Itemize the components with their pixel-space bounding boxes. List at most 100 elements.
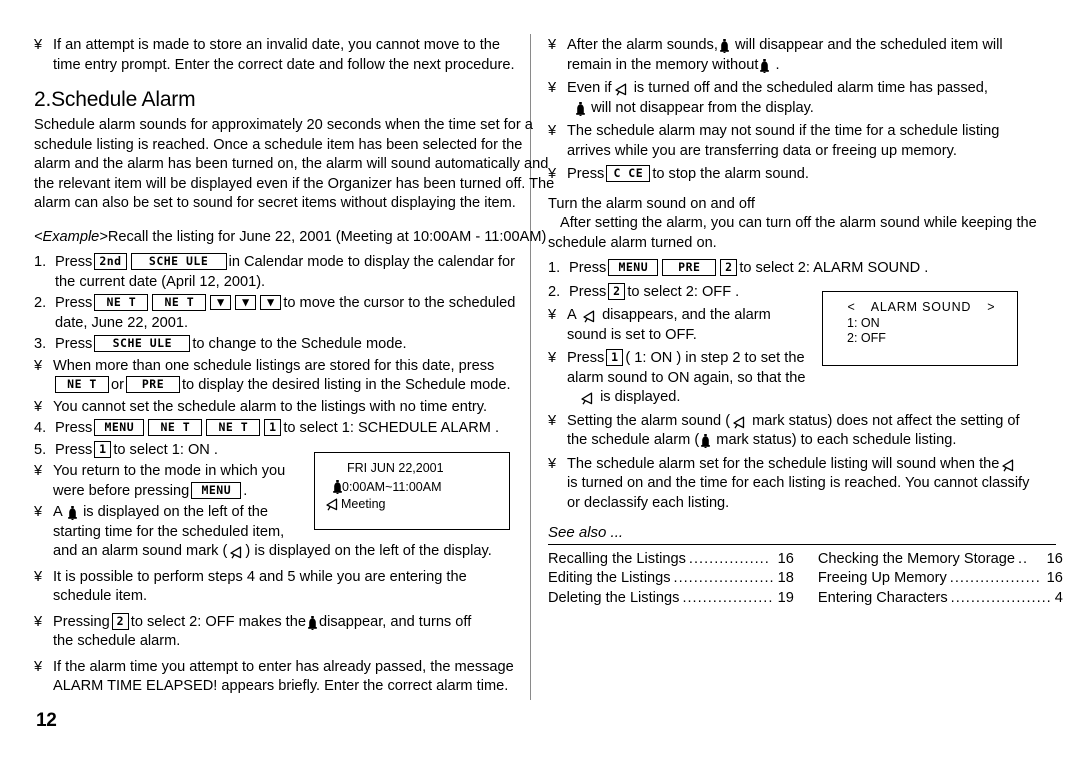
bell-icon <box>576 101 585 116</box>
bell-icon <box>760 58 770 73</box>
see-also-label: Entering Characters <box>817 589 948 606</box>
key-schedule-2[interactable]: SCHE ULE <box>94 335 191 352</box>
note-multiple-line2: NE Tor PRE to display the desired listing … <box>34 376 562 396</box>
right-step-2-pre: Press <box>569 283 607 300</box>
see-also-label: Deleting the Listings <box>548 589 680 606</box>
page-number: 12 <box>36 710 57 731</box>
key-down-arrow-2[interactable]: ▼ <box>235 295 257 310</box>
key-schedule[interactable]: SCHE ULE <box>130 253 227 270</box>
key-prev-2[interactable]: PRE <box>662 259 717 276</box>
lcd-alarm-option-on: 1: ON <box>847 315 880 330</box>
right-step-1-number: 1. <box>548 260 561 276</box>
see-also-entry[interactable]: Recalling the Listings ................ … <box>548 550 794 569</box>
note-alarm-elapsed-line1: If the alarm time you attempt to enter h… <box>53 658 514 675</box>
see-also-dots: .. <box>1017 551 1029 567</box>
note-steps-45-line1: It is possible to perform steps 4 and 5 … <box>53 568 467 585</box>
key-menu-2[interactable]: MENU <box>191 481 242 499</box>
key-next-3[interactable]: NE T <box>55 376 109 393</box>
see-also-dots: .................... <box>950 589 1052 606</box>
key-one-3[interactable]: 1 <box>606 349 624 366</box>
note-press-off-pre: Pressing <box>53 613 110 630</box>
step-4-number: 4. <box>34 420 47 436</box>
see-also-divider <box>548 544 1056 545</box>
key-two-2[interactable]: 2 <box>720 259 738 276</box>
note-return-line2-post: . <box>243 482 248 499</box>
note-multiple-listings: ¥ When more than one schedule listings a… <box>34 357 562 377</box>
note-press-off-line1: Pressing 2 to select 2: OFF makes the disa… <box>53 612 562 633</box>
see-also-label: Checking the Memory Storage <box>817 551 1015 567</box>
step-5-pre: Press <box>55 441 93 458</box>
note-bell-line1-pre: A <box>53 504 62 520</box>
key-next-4[interactable]: NE T <box>148 419 203 436</box>
step-4-pre: Press <box>55 420 93 436</box>
key-menu-1[interactable]: MENU <box>94 419 145 436</box>
note-even-if-line1-pre: Even if <box>567 80 612 96</box>
note-setting-line2-pre: the schedule alarm ( <box>567 432 700 448</box>
note-press-off-post: disappear, and turns off <box>318 613 472 630</box>
see-also-entry[interactable]: Entering Characters ....................… <box>818 589 1063 608</box>
see-also-entry[interactable]: Checking the Memory Storage .. 16 <box>818 550 1063 569</box>
bullet-marker: ¥ <box>34 504 43 520</box>
key-2nd[interactable]: 2nd <box>94 253 127 270</box>
bullet-marker: ¥ <box>34 357 43 374</box>
lcd-alarm-option-off: 2: OFF <box>847 331 886 345</box>
note-sound-disappears-line1: A disappears, and the alarm <box>567 306 848 326</box>
note-stop-post: to stop the alarm sound. <box>652 166 809 182</box>
right-step-2-post: to select 2: OFF . <box>627 283 740 300</box>
bullet-marker: ¥ <box>548 80 557 96</box>
see-also-page: 4 <box>1054 589 1063 606</box>
bullet-marker: ¥ <box>34 568 43 585</box>
key-next-5[interactable]: NE T <box>206 419 261 436</box>
step-2-post: to move the cursor to the scheduled <box>283 295 516 311</box>
key-two-1[interactable]: 2 <box>111 612 129 630</box>
alarm-sound-icon <box>732 416 746 429</box>
step-5-post: to select 1: ON . <box>113 441 218 458</box>
note-bell-line3: and an alarm sound mark ( ) is displayed… <box>34 542 562 562</box>
note-even-if: ¥ Even if is turned off and the schedule… <box>548 79 1058 99</box>
bullet-marker: ¥ <box>548 123 557 139</box>
see-also-entry[interactable]: Deleting the Listings ..................… <box>548 589 794 608</box>
key-down-arrow-1[interactable]: ▼ <box>210 295 232 310</box>
see-also-page: 19 <box>777 589 794 606</box>
key-one-1[interactable]: 1 <box>264 419 282 436</box>
key-next-2[interactable]: NE T <box>152 294 207 311</box>
key-c-ce[interactable]: C CE <box>606 165 651 182</box>
key-one-2[interactable]: 1 <box>94 440 112 458</box>
see-also-title: See also ... <box>548 524 624 541</box>
see-also-entry[interactable]: Freeing Up Memory .................. 16 <box>818 569 1063 588</box>
step-2-text: Press NE T NE T ▼ ▼ ▼ to move the cursor to th… <box>55 294 562 314</box>
step-1: 1. Press 2nd SCHE ULE in Calendar mode to d… <box>34 253 562 273</box>
note-after-alarm-line2-post: . <box>775 56 780 73</box>
note-disappears-post: disappears, and the alarm <box>602 307 771 323</box>
note-multiple-tail: to display the desired listing in the Sc… <box>181 377 511 393</box>
note-may-not-sound: ¥ The schedule alarm may not sound if th… <box>548 122 1058 142</box>
key-next-1[interactable]: NE T <box>94 294 149 311</box>
bell-icon <box>720 39 729 53</box>
note-setting-line2-post: mark status) to each schedule listing. <box>716 432 957 448</box>
step-1-pre: Press <box>55 254 93 270</box>
note-setting-line1-pre: Setting the alarm sound ( <box>567 412 731 429</box>
key-prev-1[interactable]: PRE <box>125 376 180 393</box>
key-menu-3[interactable]: MENU <box>608 259 659 276</box>
note-stop-alarm: ¥ Press C CE to stop the alarm sound. <box>548 165 1058 185</box>
step-1-text: Press 2nd SCHE ULE in Calendar mode to disp… <box>55 253 562 273</box>
bullet-marker: ¥ <box>548 350 557 366</box>
note-after-alarm-line1-pre: After the alarm sounds, <box>567 37 718 53</box>
see-also-entry[interactable]: Editing the Listings ...................… <box>548 569 794 588</box>
note-no-time-entry: ¥ You cannot set the schedule alarm to t… <box>34 398 562 418</box>
note-alarm-elapsed-line2: ALARM TIME ELAPSED! appears briefly. Ent… <box>53 678 509 694</box>
right-step-1-pre: Press <box>569 260 607 276</box>
step-1-post: in Calendar mode to display the calendar… <box>228 254 515 270</box>
note-will-sound-line3: or declassify each listing. <box>567 494 730 511</box>
note-after-alarm-line1: After the alarm sounds, will disappear a… <box>567 36 1058 56</box>
see-also-column-right: Checking the Memory Storage .. 16 Freein… <box>818 550 1063 608</box>
key-two-3[interactable]: 2 <box>608 282 626 300</box>
note-may-not-sound-line1: The schedule alarm may not sound if the … <box>567 123 1000 139</box>
key-down-arrow-3[interactable]: ▼ <box>260 295 282 310</box>
bullet-marker: ¥ <box>34 613 43 630</box>
see-also-column-left: Recalling the Listings ................ … <box>548 550 794 608</box>
alarm-sound-icon <box>325 498 339 511</box>
subsection-text: After setting the alarm, you can turn of… <box>548 215 1037 251</box>
note-after-alarm-sounds: ¥ After the alarm sounds, will disappear… <box>548 36 1058 56</box>
see-also-section: See also ... Recalling the Listings ....… <box>548 524 1063 608</box>
